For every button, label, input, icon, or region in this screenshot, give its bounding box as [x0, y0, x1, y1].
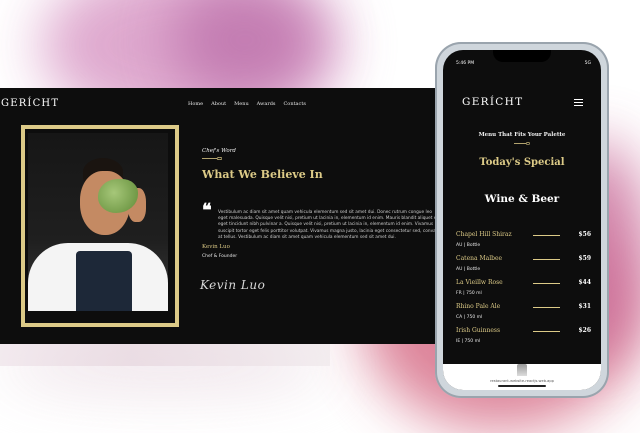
section-subtitle: Chef's Word — [202, 148, 236, 154]
menu-subtitle: Menu That Fits Your Palette — [478, 132, 566, 138]
blurred-food-strip — [0, 344, 330, 366]
cocktail-shaker-image — [517, 364, 527, 376]
menu-item-tags: CA | 750 ml — [456, 315, 483, 320]
nav-link-menu[interactable]: Menu — [234, 101, 249, 107]
menu-item-price: $59 — [578, 255, 591, 262]
desktop-logo[interactable]: GERÍCHT — [1, 98, 59, 109]
phone-notch — [493, 50, 551, 62]
chef-signature: Kevin Luo — [200, 278, 266, 292]
menu-item-price: $56 — [578, 231, 591, 238]
menu-item-divider — [533, 331, 560, 332]
menu-item-tags: AU | Bottle — [456, 243, 481, 248]
nav-link-about[interactable]: About — [211, 101, 226, 107]
section-title: What We Believe In — [202, 168, 323, 181]
special-title: Today's Special — [479, 157, 565, 168]
desktop-mockup: GERÍCHT Home About Menu Awards Contacts … — [0, 88, 452, 344]
menu-item-divider — [533, 259, 560, 260]
nav-link-awards[interactable]: Awards — [257, 101, 276, 107]
menu-item: Chapel Hill Shiraz $56 AU | Bottle — [456, 231, 591, 255]
browser-url-bar[interactable]: restaurant-website-reactjs.web.app — [443, 364, 601, 390]
spoon-icon — [514, 142, 530, 145]
menu-item-name: Chapel Hill Shiraz — [456, 231, 512, 238]
menu-list: Chapel Hill Shiraz $56 AU | Bottle Caten… — [456, 231, 591, 351]
menu-item-price: $26 — [578, 327, 591, 334]
phone-mockup: 5:46 PM 5G GERÍCHT Menu That Fits Your P… — [435, 42, 609, 398]
chef-role: Chef & Founder — [202, 254, 238, 259]
menu-item-name: Catena Malbee — [456, 255, 503, 262]
nav-link-home[interactable]: Home — [188, 101, 203, 107]
menu-item: Irish Guinness $26 IE | 750 ml — [456, 327, 591, 351]
menu-item-divider — [533, 283, 560, 284]
menu-section-title: Wine & Beer — [484, 193, 560, 205]
chef-name: Kevin Luo — [202, 244, 230, 250]
url-text: restaurant-website-reactjs.web.app — [490, 379, 554, 383]
nav-link-contacts[interactable]: Contacts — [283, 101, 305, 107]
menu-item-divider — [533, 235, 560, 236]
menu-item-divider — [533, 307, 560, 308]
status-signal: 5G — [584, 61, 591, 66]
menu-item-name: La Vieillw Rose — [456, 279, 503, 286]
menu-item-name: Irish Guinness — [456, 327, 501, 334]
menu-item: Catena Malbee $59 AU | Bottle — [456, 255, 591, 279]
nav-links: Home About Menu Awards Contacts — [188, 101, 306, 107]
desktop-navbar: GERÍCHT Home About Menu Awards Contacts — [0, 98, 452, 112]
spoon-icon — [202, 157, 222, 160]
menu-item-tags: IE | 750 ml — [456, 339, 481, 344]
menu-item-name: Rhino Pale Ale — [456, 303, 501, 310]
quote-icon: ❝ — [202, 200, 212, 221]
hamburger-menu-icon[interactable] — [574, 99, 583, 106]
menu-item-price: $44 — [578, 279, 591, 286]
phone-screen: 5:46 PM 5G GERÍCHT Menu That Fits Your P… — [443, 50, 601, 390]
menu-item-tags: AU | Bottle — [456, 267, 481, 272]
menu-item-tags: FR | 750 ml — [456, 291, 482, 296]
mobile-logo[interactable]: GERÍCHT — [462, 96, 523, 108]
chef-photo — [28, 133, 168, 311]
menu-item-price: $31 — [578, 303, 591, 310]
menu-item: La Vieillw Rose $44 FR | 750 ml — [456, 279, 591, 303]
menu-item: Rhino Pale Ale $31 CA | 750 ml — [456, 303, 591, 327]
status-time: 5:46 PM — [456, 61, 475, 66]
home-indicator — [498, 385, 546, 387]
quote-text: Vestibulum ac diam sit amet quam vehicul… — [218, 210, 442, 240]
